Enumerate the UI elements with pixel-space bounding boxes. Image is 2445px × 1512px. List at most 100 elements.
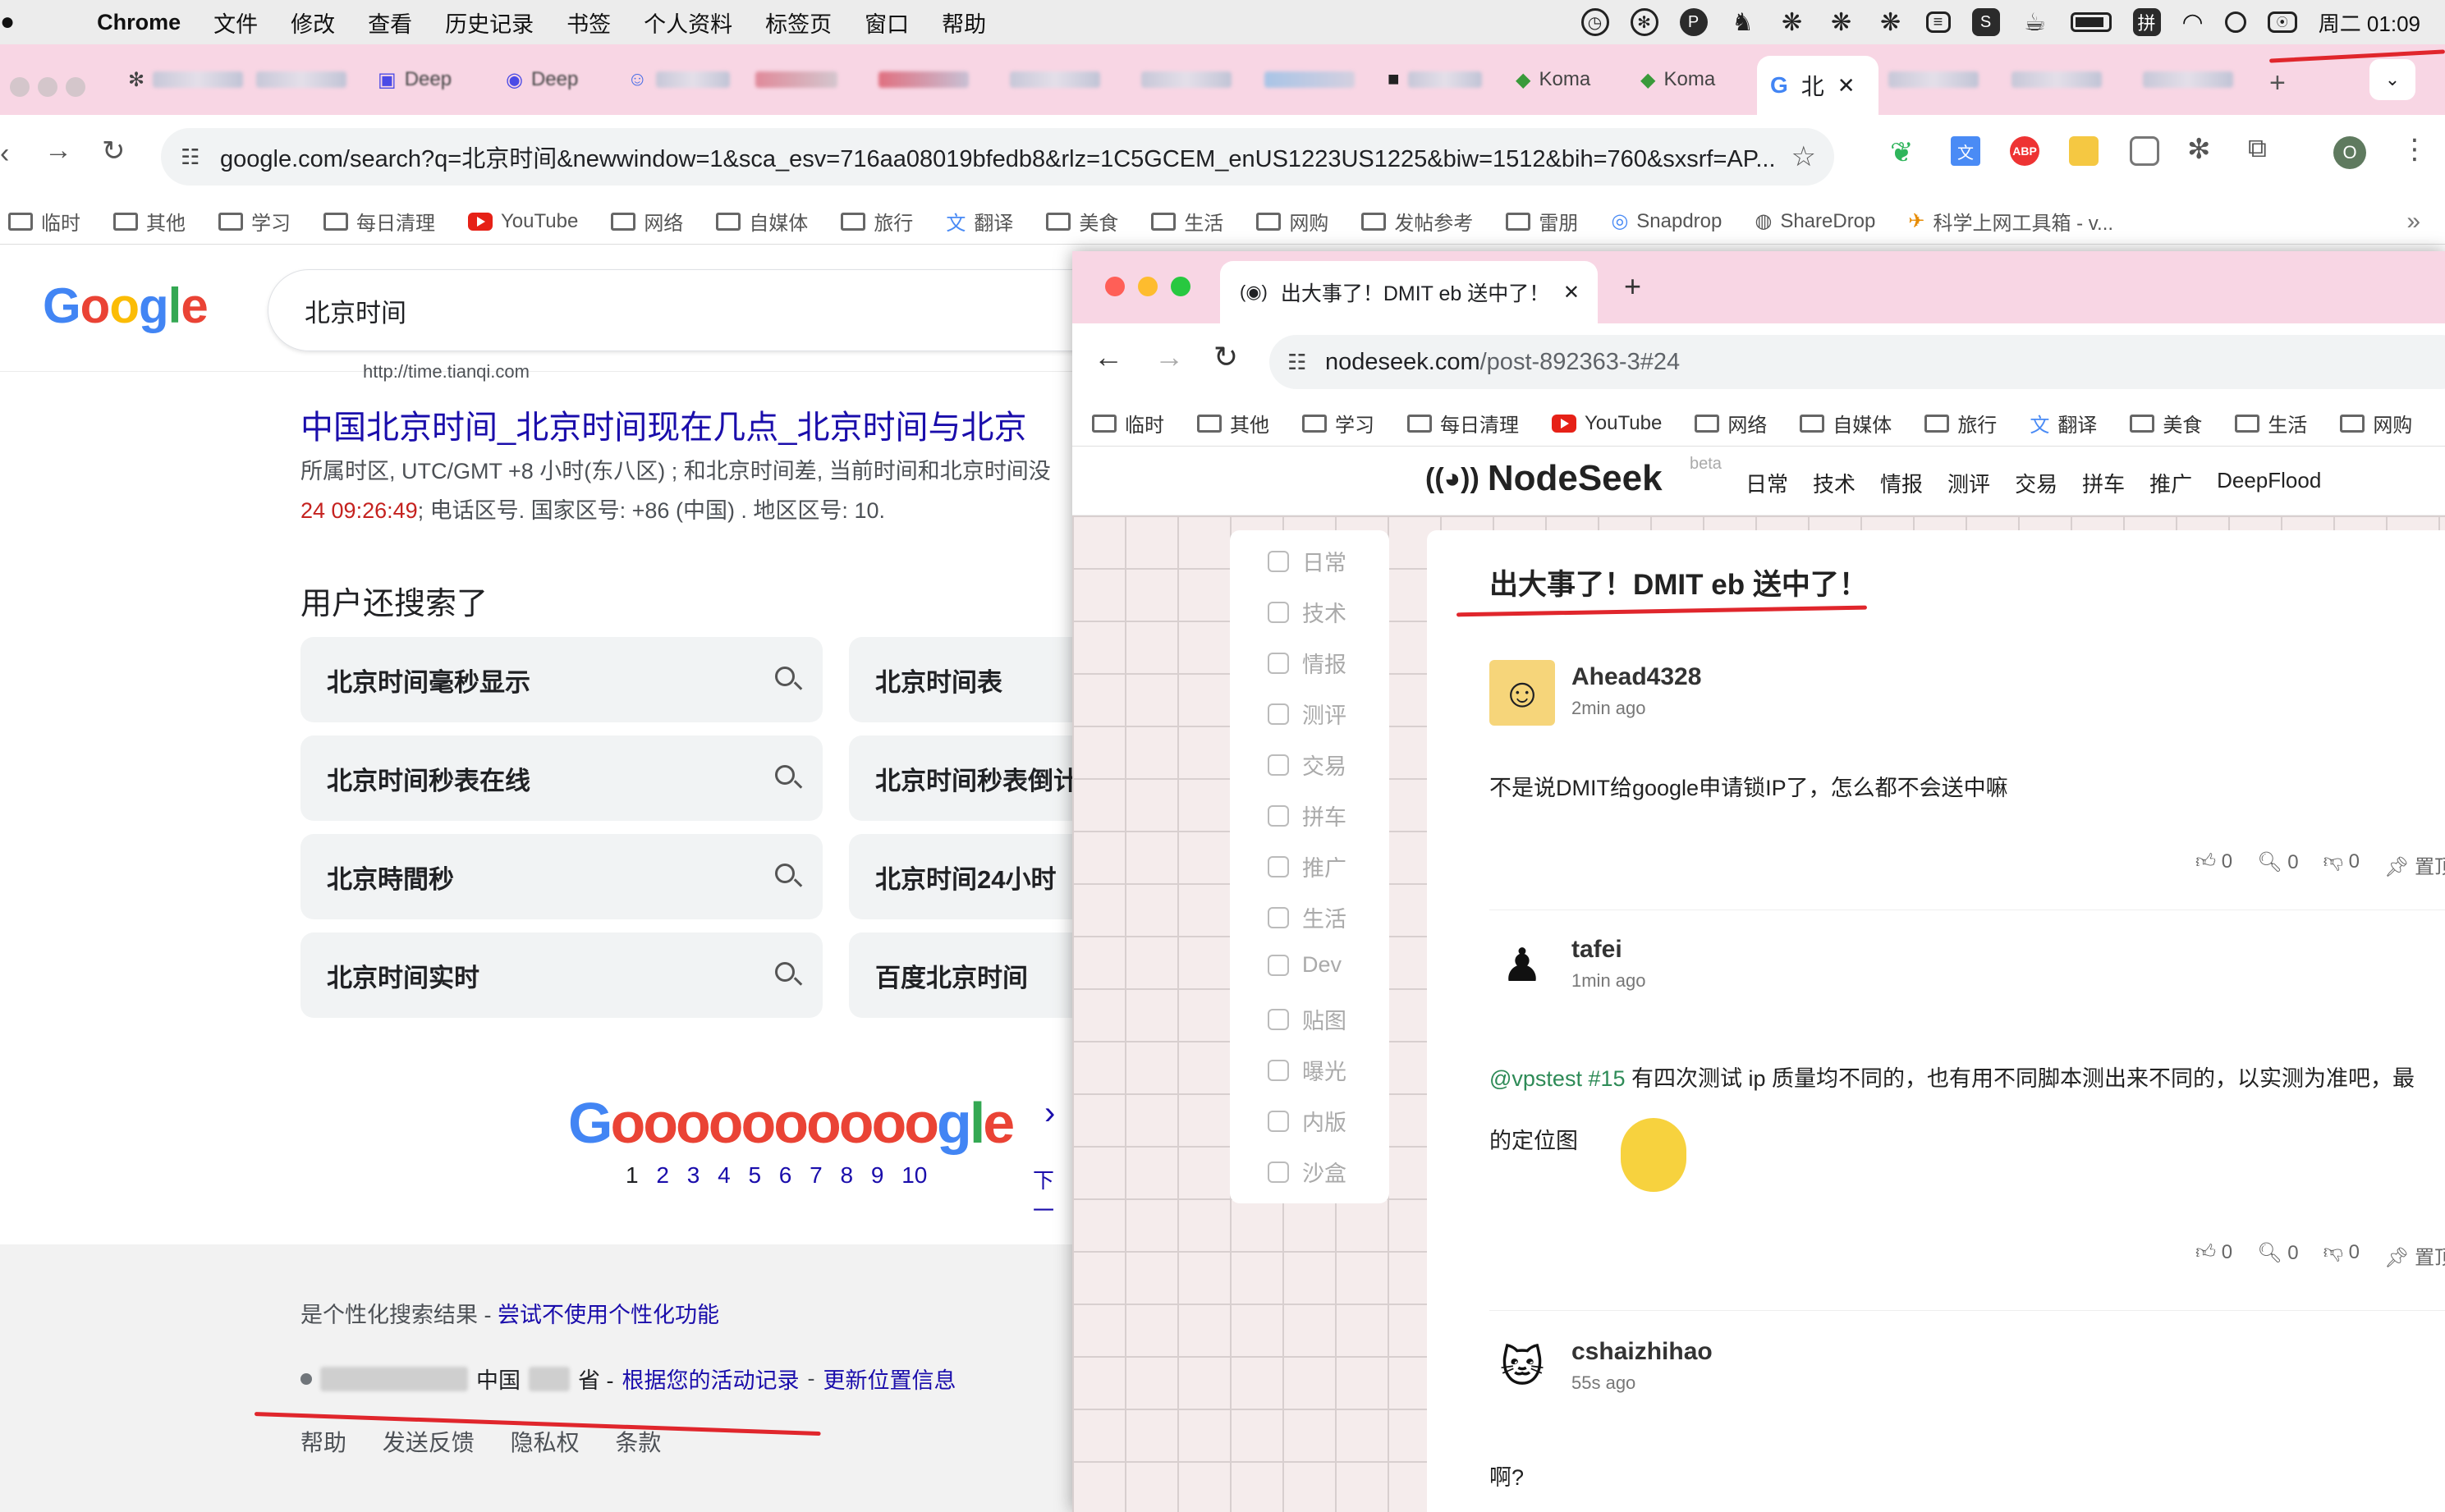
- bookmark-item[interactable]: 文翻译: [2030, 409, 2097, 438]
- control-center-icon[interactable]: ⦿: [2267, 11, 2297, 33]
- bookmark-item[interactable]: 其他: [113, 207, 186, 236]
- bookmark-item[interactable]: 每日清理: [323, 207, 435, 236]
- apple-icon[interactable]: ●: [0, 8, 15, 36]
- terms-link[interactable]: 条款: [615, 1430, 661, 1455]
- translate-ext-icon[interactable]: 文: [1951, 136, 1980, 166]
- sidebar-item-trade[interactable]: 交易: [1268, 749, 1346, 781]
- blurred-tab[interactable]: ■: [1388, 56, 1482, 103]
- sidebar-item-daily[interactable]: 日常: [1268, 545, 1346, 577]
- related-search-chip[interactable]: 北京時間秒: [300, 834, 823, 919]
- page-link[interactable]: 9: [871, 1162, 884, 1188]
- openai-ext-icon[interactable]: ✻: [2187, 133, 2211, 166]
- close-window-button[interactable]: [1105, 277, 1125, 296]
- related-search-chip[interactable]: 北京时间24小时: [849, 834, 1072, 919]
- bookmark-item[interactable]: ◍ ShareDrop: [1755, 209, 1875, 233]
- sidebar-item-life[interactable]: 生活: [1268, 901, 1346, 933]
- reload-icon[interactable]: ↻: [102, 135, 126, 167]
- address-bar[interactable]: ☷ nodeseek.com/post-892363-3#24: [1269, 335, 2445, 389]
- sidebar-item-internal[interactable]: 内版: [1268, 1105, 1346, 1137]
- disable-personalization-link[interactable]: 尝试不使用个性化功能: [498, 1303, 719, 1327]
- site-settings-icon[interactable]: ☷: [1287, 350, 1306, 375]
- close-tab-icon[interactable]: ✕: [1563, 281, 1580, 305]
- bookmark-item[interactable]: 美食: [2130, 409, 2202, 438]
- extensions-puzzle-icon[interactable]: ⧉: [2248, 133, 2267, 164]
- bookmark-item[interactable]: 网购: [2340, 409, 2412, 438]
- related-search-chip[interactable]: 北京时间毫秒显示: [300, 637, 823, 722]
- bookmark-item[interactable]: ◎ Snapdrop: [1611, 209, 1722, 233]
- pin-button[interactable]: 📌︎ 置顶: [2384, 1241, 2445, 1270]
- blurred-tab[interactable]: [1141, 56, 1232, 103]
- blurred-tab[interactable]: [256, 56, 346, 103]
- bookmark-item[interactable]: YouTube: [1552, 412, 1662, 435]
- tab-google-active[interactable]: G 北 ✕: [1757, 56, 1878, 115]
- address-bar[interactable]: ☷ google.com/search?q=北京时间&newwindow=1&s…: [161, 128, 1834, 186]
- nav-deepflood[interactable]: DeepFlood: [2217, 468, 2321, 498]
- nav-review[interactable]: 测评: [1947, 468, 1990, 498]
- reply-username[interactable]: Ahead4328: [1571, 663, 1701, 691]
- blurred-tab[interactable]: [755, 56, 837, 103]
- nav-tech[interactable]: 技术: [1813, 468, 1856, 498]
- bookmark-item[interactable]: 网购: [1256, 207, 1328, 236]
- bookmark-item[interactable]: 雷朋: [1506, 207, 1578, 236]
- blurred-tab[interactable]: [2143, 56, 2233, 103]
- forward-arrow-icon[interactable]: →: [1154, 340, 1184, 374]
- page-link[interactable]: 10: [901, 1162, 927, 1188]
- tab-nodeseek-active[interactable]: (◉) 出大事了！DMIT eb 送中了！ ✕: [1220, 261, 1598, 323]
- page-link[interactable]: 2: [656, 1162, 669, 1188]
- blurred-tab[interactable]: [1264, 56, 1355, 103]
- sidebar-item-info[interactable]: 情报: [1268, 647, 1346, 679]
- s-status-icon[interactable]: S: [1971, 8, 2000, 36]
- blurred-tab[interactable]: [2012, 56, 2102, 103]
- bookmark-item[interactable]: 自媒体: [716, 207, 808, 236]
- blurred-tab[interactable]: ☺: [627, 56, 730, 103]
- activity-location-link[interactable]: 根据您的活动记录: [622, 1363, 800, 1395]
- nodeseek-logo[interactable]: ((◕)) NodeSeek: [1425, 458, 1663, 499]
- related-search-chip[interactable]: 北京时间实时: [300, 932, 823, 1018]
- sidebar-item-carpool[interactable]: 拼车: [1268, 800, 1346, 832]
- bookmark-item[interactable]: 临时: [1092, 409, 1164, 438]
- page-link[interactable]: 3: [687, 1162, 700, 1188]
- reload-icon[interactable]: ↻: [1213, 340, 1238, 374]
- related-search-chip[interactable]: 北京时间秒表倒计: [849, 735, 1072, 821]
- close-window-dot[interactable]: [10, 77, 30, 97]
- back-arrow-icon[interactable]: ←: [1094, 340, 1123, 374]
- feedback-link[interactable]: 发送反馈: [383, 1430, 475, 1455]
- result-url[interactable]: http://time.tianqi.com: [363, 361, 530, 383]
- menu-help[interactable]: 帮助: [942, 7, 986, 39]
- related-search-chip[interactable]: 北京时间秒表在线: [300, 735, 823, 821]
- like-button[interactable]: 👍︎ 0: [2195, 1241, 2232, 1270]
- related-search-chip[interactable]: 北京时间表: [849, 637, 1072, 722]
- bookmark-item[interactable]: 生活: [1151, 207, 1223, 236]
- page-link[interactable]: 4: [718, 1162, 731, 1188]
- tab-deep-1[interactable]: ▣ Deep: [378, 56, 452, 103]
- sidebar-item-review[interactable]: 测评: [1268, 698, 1346, 730]
- bookmark-item[interactable]: ✈ 科学上网工具箱 - v...: [1908, 207, 2113, 236]
- dislike-button[interactable]: 👎︎ 0: [2323, 1241, 2360, 1270]
- nav-promo[interactable]: 推广: [2149, 468, 2192, 498]
- bookmark-item[interactable]: 自媒体: [1800, 409, 1892, 438]
- p-status-icon[interactable]: P: [1679, 8, 1708, 36]
- page-link[interactable]: 6: [779, 1162, 792, 1188]
- coffee-status-icon[interactable]: ☕: [2021, 8, 2049, 36]
- nav-carpool[interactable]: 拼车: [2082, 468, 2125, 498]
- clock-status-icon[interactable]: ◷: [1580, 8, 1609, 36]
- new-tab-plus-icon[interactable]: +: [2269, 67, 2286, 99]
- bookmark-item[interactable]: 临时: [8, 207, 80, 236]
- input-method-icon[interactable]: 拼: [2132, 8, 2161, 36]
- blurred-tab[interactable]: [878, 56, 969, 103]
- tab-koma-1[interactable]: ◆ Koma: [1516, 56, 1590, 103]
- cat-status-icon[interactable]: ♞: [1729, 8, 1757, 36]
- forward-arrow-icon[interactable]: →: [44, 135, 72, 167]
- google-logo[interactable]: Google: [43, 277, 209, 334]
- bookmark-item[interactable]: 学习: [218, 207, 291, 236]
- comment-button[interactable]: 🔍︎ 0: [2257, 850, 2299, 879]
- help-link[interactable]: 帮助: [300, 1430, 346, 1455]
- reply-username[interactable]: tafei: [1571, 936, 1622, 964]
- back-arrow-icon[interactable]: ‹: [0, 138, 9, 170]
- evernote-ext-icon[interactable]: ❦: [1890, 136, 1914, 169]
- bookmark-item[interactable]: 网络: [611, 207, 683, 236]
- menu-file[interactable]: 文件: [213, 7, 258, 39]
- menu-profiles[interactable]: 个人资料: [644, 7, 732, 39]
- page-link[interactable]: 7: [810, 1162, 823, 1188]
- reply-username[interactable]: cshaizhihao: [1571, 1338, 1713, 1366]
